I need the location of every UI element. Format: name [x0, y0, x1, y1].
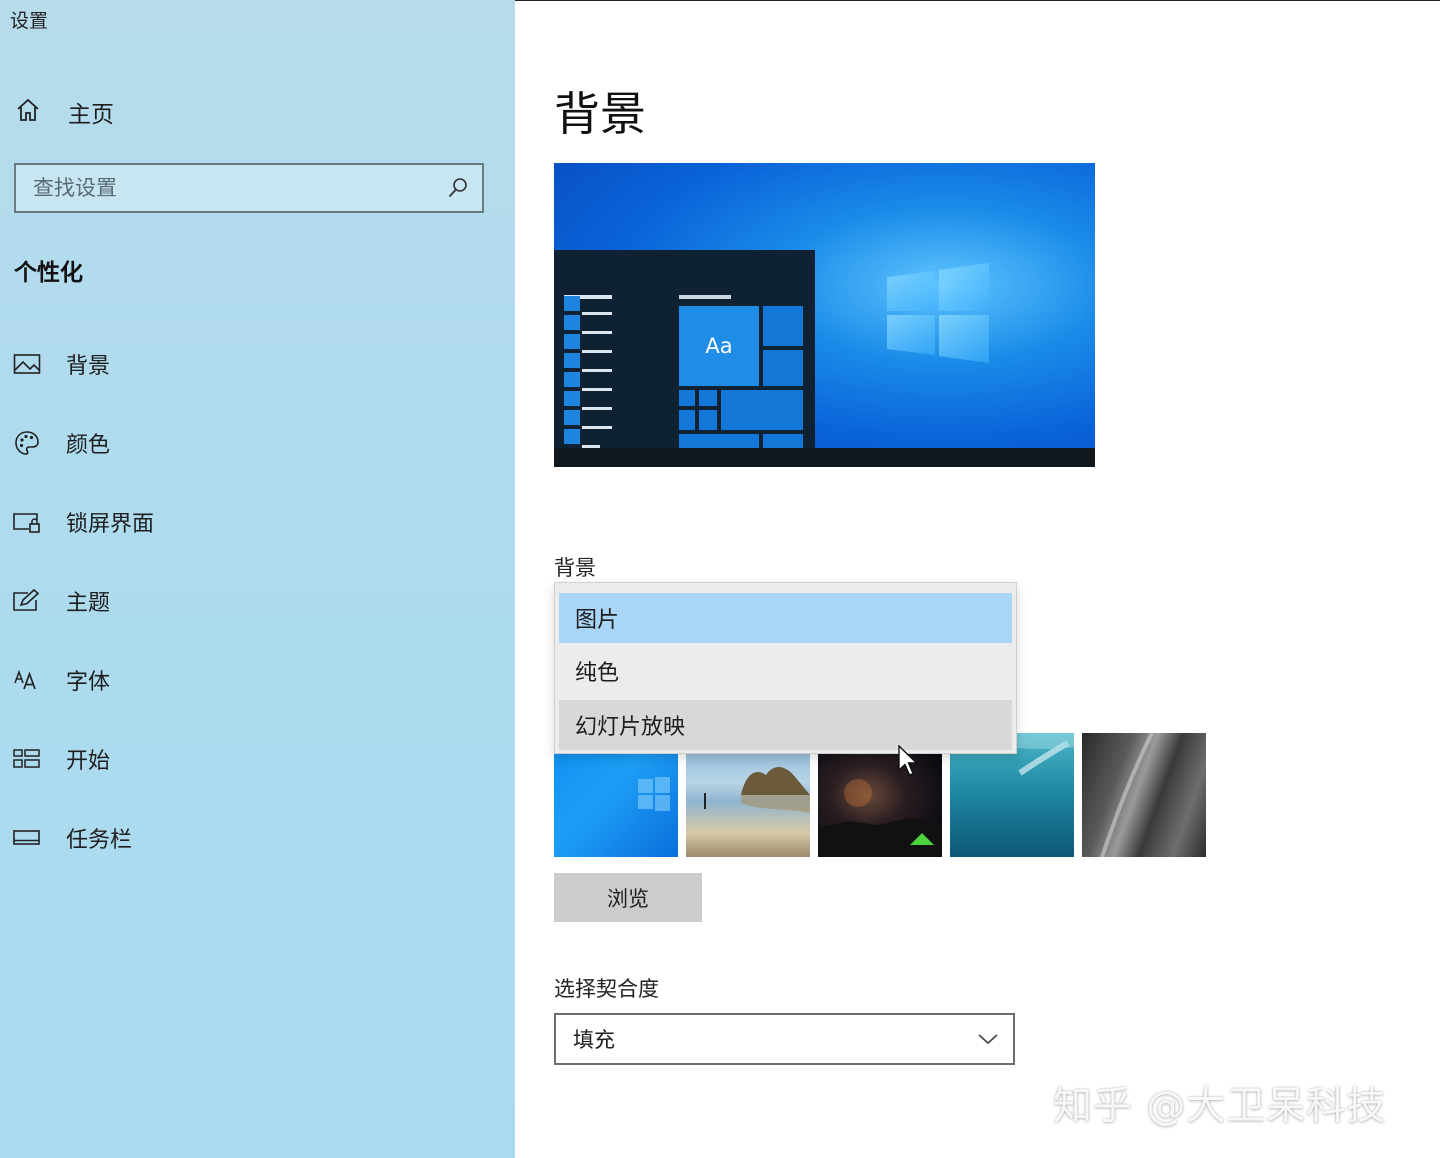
app-title: 设置 — [10, 10, 49, 32]
preview-tile-aa: Aa — [679, 306, 759, 386]
sidebar-item-label: 主题 — [66, 591, 111, 616]
home-icon — [14, 96, 42, 128]
sidebar-item-label: 颜色 — [66, 433, 111, 458]
dropdown-option-slideshow[interactable]: 幻灯片放映 — [559, 700, 1012, 750]
wallpaper-thumbnail-5[interactable] — [1082, 733, 1206, 857]
background-type-dropdown-list[interactable]: 图片 纯色 幻灯片放映 — [554, 582, 1017, 754]
fit-select[interactable]: 填充 — [554, 1013, 1015, 1065]
section-title: 个性化 — [14, 260, 83, 286]
theme-icon — [12, 586, 42, 616]
browse-button[interactable]: 浏览 — [554, 873, 702, 922]
sidebar-item-home[interactable]: 主页 — [14, 94, 114, 130]
search-icon[interactable] — [446, 176, 470, 200]
mouse-cursor-icon — [898, 745, 919, 776]
start-icon — [12, 744, 42, 774]
preview-taskbar — [554, 448, 1095, 467]
start-menu-preview: Aa — [554, 250, 815, 448]
background-label: 背景 — [554, 556, 596, 580]
windows-logo-icon — [887, 263, 989, 363]
font-icon — [12, 665, 42, 695]
sidebar: 设置 主页 个性化 背景 颜色 锁屏界面 主题 — [0, 0, 515, 1158]
sidebar-item-label: 任务栏 — [66, 828, 133, 853]
taskbar-icon — [12, 823, 42, 853]
sidebar-item-label: 开始 — [66, 749, 111, 774]
palette-icon — [12, 428, 42, 458]
chevron-down-icon — [960, 1032, 999, 1046]
page-title: 背景 — [554, 87, 646, 141]
dropdown-option-picture[interactable]: 图片 — [559, 593, 1012, 643]
sidebar-item-label: 背景 — [66, 354, 111, 379]
sidebar-item-fonts[interactable]: 字体 — [12, 660, 110, 700]
sidebar-item-colors[interactable]: 颜色 — [12, 423, 110, 463]
sidebar-item-label: 主页 — [68, 102, 114, 128]
main-content: 背景 Aa 背景 图片 纯色 幻灯片放映 浏览 选择契合度 填充 知乎 @大卫呆… — [515, 0, 1440, 1158]
picture-icon — [12, 349, 42, 379]
dropdown-option-solid-color[interactable]: 纯色 — [559, 646, 1012, 696]
sidebar-item-label: 字体 — [66, 670, 111, 695]
sidebar-item-label: 锁屏界面 — [66, 512, 155, 537]
fit-label: 选择契合度 — [554, 977, 659, 1001]
sidebar-item-taskbar[interactable]: 任务栏 — [12, 818, 132, 858]
sidebar-item-lock-screen[interactable]: 锁屏界面 — [12, 502, 154, 542]
search-box[interactable] — [14, 163, 484, 213]
desktop-preview: Aa — [554, 163, 1095, 467]
fit-select-value: 填充 — [573, 1028, 615, 1052]
sidebar-item-background[interactable]: 背景 — [12, 344, 110, 384]
sidebar-item-start[interactable]: 开始 — [12, 739, 110, 779]
watermark: 知乎 @大卫呆科技 — [1053, 1084, 1387, 1129]
search-input[interactable] — [16, 164, 446, 212]
lock-screen-icon — [12, 507, 42, 537]
sidebar-item-themes[interactable]: 主题 — [12, 581, 110, 621]
